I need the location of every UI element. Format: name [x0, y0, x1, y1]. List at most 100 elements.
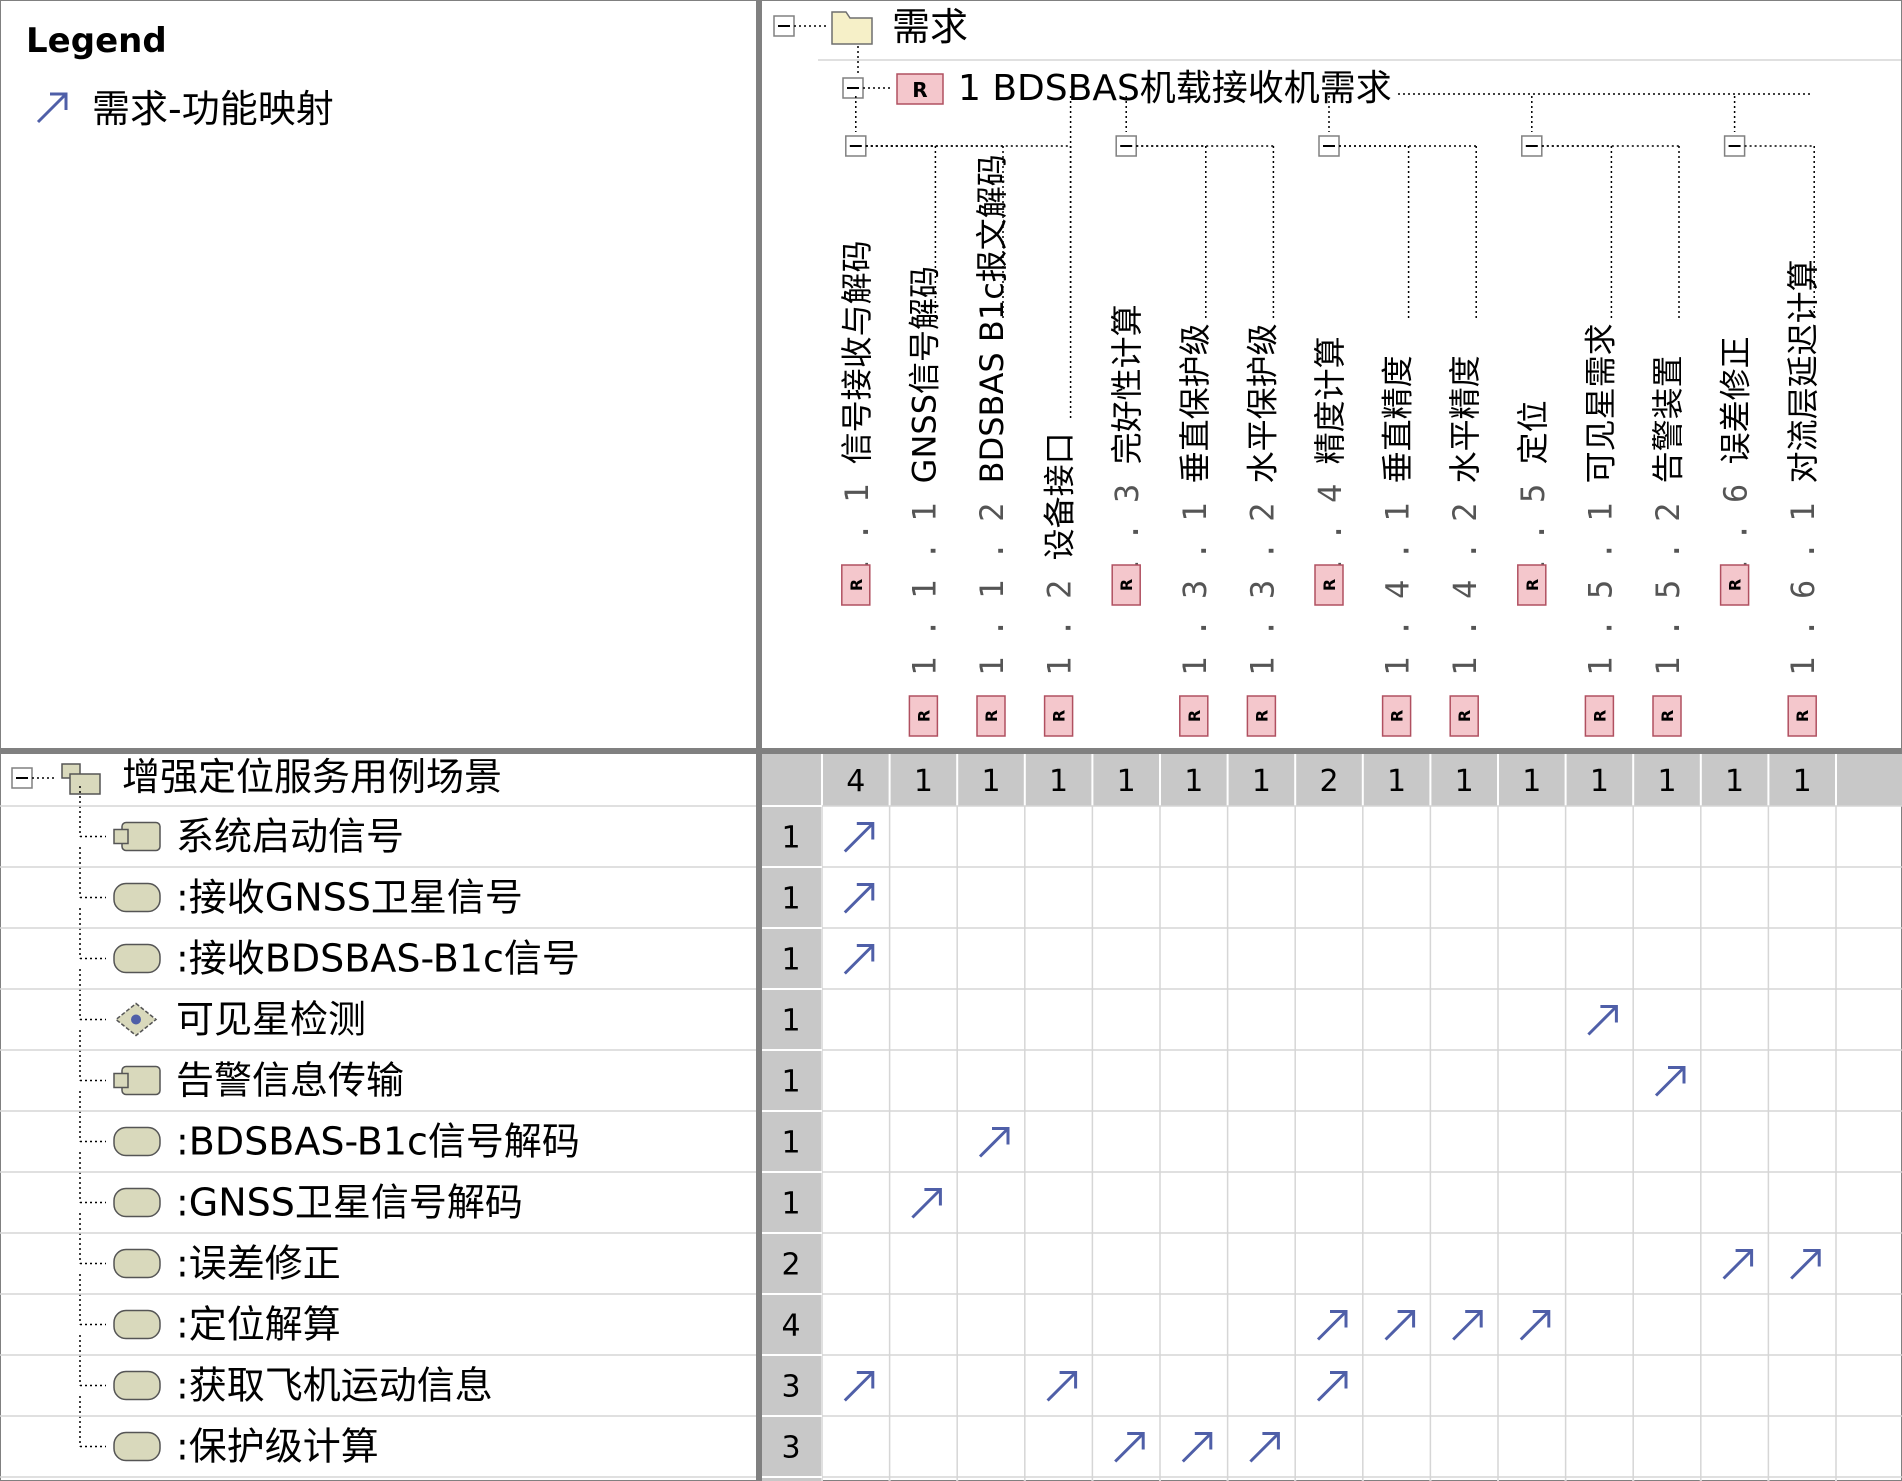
- column-number: 1 . 1: [838, 464, 876, 580]
- column-number: 1 . 1 . 1: [905, 483, 943, 676]
- svg-text:R: R: [1050, 710, 1069, 722]
- svg-text:R: R: [1793, 710, 1812, 722]
- column-header-1-4[interactable]: 1 . 4 精度计算R: [1311, 135, 1349, 606]
- dependency-arrow-icon[interactable]: [843, 822, 875, 853]
- requirement-badge-icon: R: [896, 73, 944, 105]
- column-header-label: 1 . 2 设备接口: [1041, 432, 1079, 676]
- dependency-arrow-icon[interactable]: [1249, 1432, 1280, 1463]
- column-header-1-3-2[interactable]: 1 . 3 . 2 水平保护级 R: [1243, 323, 1281, 737]
- column-label: 垂直保护级: [1176, 323, 1214, 483]
- package-icon: [61, 763, 101, 795]
- dependency-arrow-icon[interactable]: [1654, 1066, 1686, 1097]
- row-total: 1: [781, 1065, 800, 1100]
- requirement-badge-icon: R: [1043, 695, 1074, 737]
- column-header-1-4-2[interactable]: 1 . 4 . 2 水平精度 R: [1446, 355, 1484, 737]
- column-number: 1 . 6: [1717, 464, 1755, 580]
- column-label: 设备接口: [1041, 432, 1079, 560]
- column-header-1-4-1[interactable]: 1 . 4 . 1 垂直精度 R: [1379, 355, 1417, 737]
- dependency-arrow-icon[interactable]: [1587, 1005, 1618, 1036]
- column-total: 1: [1387, 764, 1406, 799]
- collapse-icon[interactable]: [842, 77, 864, 99]
- column-header-label: 1 . 4 . 1 垂直精度: [1379, 355, 1417, 676]
- column-header-1-1[interactable]: 1 . 1 信号接收与解码 R: [838, 135, 876, 606]
- requirement-badge-icon: R: [1517, 564, 1547, 606]
- column-label: 信号接收与解码: [838, 240, 876, 464]
- tree-requirement[interactable]: R 1 BDSBAS机载接收机需求: [842, 68, 1810, 109]
- row-label: :获取飞机运动信息: [176, 1364, 493, 1408]
- column-header-1-6-1[interactable]: 1 . 6 . 1 对流层延迟计算 R: [1784, 259, 1822, 737]
- column-header-1-5[interactable]: 1 . 5 定位R: [1514, 135, 1552, 606]
- requirement-badge-icon: R: [976, 695, 1006, 737]
- component-icon: [113, 821, 161, 852]
- column-total: 1: [1522, 764, 1541, 799]
- column-number: 1 . 4 . 2: [1446, 483, 1484, 676]
- collapse-icon[interactable]: [1521, 135, 1543, 157]
- column-header-1-3-1[interactable]: 1 . 3 . 1 垂直保护级 R: [1176, 323, 1214, 737]
- requirement-badge-icon: R: [1381, 695, 1412, 737]
- column-header-1-3[interactable]: 1 . 3 完好性计算R: [1108, 135, 1146, 606]
- column-header-1-5-2[interactable]: 1 . 5 . 2 告警装置 R: [1649, 355, 1687, 737]
- action-icon: [113, 943, 161, 974]
- svg-text:R: R: [1117, 579, 1136, 591]
- dependency-arrow-icon[interactable]: [911, 1188, 942, 1219]
- requirement-badge-icon: R: [1787, 695, 1817, 737]
- dependency-arrow-icon[interactable]: [1790, 1249, 1821, 1280]
- dependency-arrow-icon[interactable]: [1519, 1310, 1551, 1341]
- row-label: 告警信息传输: [176, 1059, 404, 1103]
- row-total: 1: [781, 821, 800, 856]
- collapse-icon[interactable]: [1318, 135, 1340, 157]
- column-label: 水平保护级: [1243, 323, 1281, 483]
- dependency-arrow-icon[interactable]: [1316, 1371, 1348, 1402]
- dependency-arrow-icon[interactable]: [1181, 1432, 1213, 1463]
- svg-text:R: R: [1455, 710, 1474, 722]
- column-number: 1 . 3 . 1: [1176, 483, 1214, 676]
- dependency-arrow-icon[interactable]: [843, 944, 875, 975]
- tree-root-label: 需求: [892, 5, 968, 49]
- column-header-1-6[interactable]: 1 . 6 误差修正R: [1717, 135, 1755, 606]
- column-header-1-2[interactable]: 1 . 2 设备接口 R: [1041, 432, 1079, 737]
- svg-text:R: R: [847, 579, 866, 591]
- column-header-1-5-1[interactable]: 1 . 5 . 1 可见星需求 R: [1581, 323, 1619, 737]
- collapse-icon[interactable]: [773, 15, 795, 37]
- column-header-label: 1 . 3 . 2 水平保护级: [1243, 323, 1281, 676]
- dependency-arrow-icon[interactable]: [843, 1371, 875, 1402]
- action-icon: [113, 1126, 161, 1157]
- column-label: 精度计算: [1311, 336, 1349, 464]
- dependency-arrow-icon[interactable]: [843, 883, 875, 914]
- dependency-arrow-icon[interactable]: [1722, 1249, 1754, 1280]
- dependency-arrow-icon[interactable]: [1384, 1310, 1416, 1341]
- row-total: 1: [781, 1187, 800, 1222]
- column-header-label: 1 . 1 . 1 GNSS信号解码: [905, 266, 943, 676]
- column-label: 误差修正: [1717, 336, 1755, 464]
- svg-text:R: R: [1590, 710, 1609, 722]
- collapse-icon[interactable]: [845, 135, 867, 157]
- column-header-1-1-1[interactable]: 1 . 1 . 1 GNSS信号解码 R: [905, 266, 943, 737]
- row-label: :定位解算: [176, 1303, 341, 1347]
- column-total: 4: [846, 764, 865, 799]
- dependency-arrow-icon[interactable]: [1316, 1310, 1348, 1341]
- dependency-arrow-icon[interactable]: [1452, 1310, 1483, 1341]
- dependency-arrow-icon[interactable]: [978, 1127, 1010, 1158]
- collapse-icon[interactable]: [11, 767, 33, 789]
- dependency-arrow-icon[interactable]: [1114, 1432, 1145, 1463]
- rows-root[interactable]: 增强定位服务用例场景: [11, 755, 502, 799]
- action-icon: [113, 1431, 161, 1462]
- row-label: 系统启动信号: [176, 815, 404, 859]
- column-header-label: 1 . 1 . 2 BDSBAS B1c报文解码: [973, 154, 1011, 676]
- column-label: 垂直精度: [1379, 355, 1417, 483]
- column-total: 1: [1455, 764, 1474, 799]
- column-label: BDSBAS B1c报文解码: [973, 154, 1011, 483]
- requirement-badge-icon: R: [1179, 695, 1209, 737]
- svg-text:R: R: [914, 710, 933, 722]
- dependency-arrow-icon[interactable]: [1046, 1371, 1078, 1402]
- column-number: 1 . 3 . 2: [1243, 483, 1281, 676]
- column-total: 1: [1590, 764, 1609, 799]
- decision-icon: [114, 1002, 158, 1037]
- column-header-1-1-2[interactable]: 1 . 1 . 2 BDSBAS B1c报文解码 R: [973, 154, 1011, 737]
- row-total: 1: [781, 1126, 800, 1161]
- tree-root[interactable]: 需求: [773, 5, 1902, 74]
- column-total: 1: [1657, 764, 1676, 799]
- collapse-icon[interactable]: [1723, 135, 1746, 157]
- collapse-icon[interactable]: [1115, 135, 1137, 157]
- column-total: 1: [1252, 764, 1271, 799]
